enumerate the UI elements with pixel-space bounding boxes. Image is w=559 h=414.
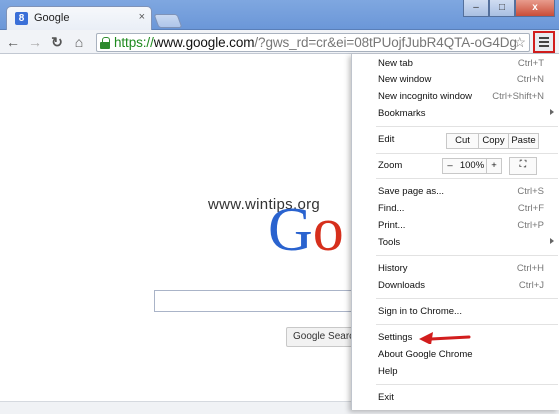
google-favicon-icon: 8 — [15, 12, 28, 25]
menu-item-new-incognito[interactable]: New incognito window Ctrl+Shift+N — [352, 89, 559, 105]
menu-separator — [376, 255, 558, 256]
menu-shortcut: Ctrl+H — [516, 263, 544, 274]
menu-item-history[interactable]: History Ctrl+H — [352, 261, 559, 277]
url-host: www.google.com — [153, 35, 255, 50]
menu-label: Settings — [378, 332, 413, 343]
search-input[interactable] — [154, 290, 364, 312]
menu-item-new-tab[interactable]: New tab Ctrl+T — [352, 56, 559, 72]
submenu-arrow-icon — [550, 109, 554, 115]
menu-shortcut: Ctrl+P — [517, 220, 544, 231]
chrome-menu: New tab Ctrl+T New window Ctrl+N New inc… — [351, 54, 559, 410]
chrome-menu-button[interactable] — [533, 31, 555, 53]
menu-label: Print... — [378, 220, 406, 231]
paste-button[interactable]: Paste — [508, 133, 539, 149]
menu-label: Save page as... — [378, 186, 445, 197]
reload-icon[interactable]: ↻ — [48, 33, 66, 51]
menu-item-sign-in[interactable]: Sign in to Chrome... — [352, 304, 559, 320]
tab-title: Google — [34, 12, 70, 24]
menu-shortcut: Ctrl+N — [516, 74, 544, 85]
zoom-out-button[interactable]: – — [442, 158, 458, 174]
menu-item-print[interactable]: Print... Ctrl+P — [352, 218, 559, 234]
menu-item-find[interactable]: Find... Ctrl+F — [352, 201, 559, 217]
menu-label: New window — [378, 74, 432, 85]
menu-label: Tools — [378, 237, 401, 248]
menu-item-bookmarks[interactable]: Bookmarks — [352, 106, 559, 122]
menu-shortcut: Ctrl+T — [517, 58, 544, 69]
cut-button[interactable]: Cut — [446, 133, 479, 149]
menu-item-help[interactable]: Help — [352, 364, 559, 380]
url-path: /?gws_rd=cr&ei=08tPUojfJubR4QTA-oG4Dg — [254, 35, 517, 50]
fullscreen-icon[interactable]: ⛶ — [509, 157, 537, 175]
menu-label: About Google Chrome — [378, 349, 473, 360]
menu-separator — [376, 324, 558, 325]
menu-label: New tab — [378, 58, 413, 69]
menu-label: Sign in to Chrome... — [378, 306, 462, 317]
menu-label: Find... — [378, 203, 405, 214]
window-controls: – □ x — [463, 0, 555, 18]
menu-separator — [376, 384, 558, 385]
zoom-level: 100% — [457, 158, 487, 174]
close-window-button[interactable]: x — [515, 0, 555, 17]
window-title-bar: 8 Google × – □ x — [0, 0, 559, 31]
menu-item-about[interactable]: About Google Chrome — [352, 347, 559, 363]
menu-label: Downloads — [378, 280, 425, 291]
menu-label: History — [378, 263, 408, 274]
tab-close-icon[interactable]: × — [139, 11, 145, 23]
menu-label: Bookmarks — [378, 108, 426, 119]
menu-label: Help — [378, 366, 398, 377]
menu-separator — [376, 298, 558, 299]
back-arrow-icon[interactable]: ← — [4, 33, 22, 51]
zoom-in-button[interactable]: + — [486, 158, 502, 174]
logo-letter-g: G — [268, 196, 313, 264]
menu-shortcut: Ctrl+S — [517, 186, 544, 197]
menu-label: Zoom — [378, 160, 403, 171]
lock-icon — [100, 37, 110, 49]
menu-label: Exit — [378, 392, 394, 403]
menu-item-save-page[interactable]: Save page as... Ctrl+S — [352, 184, 559, 200]
menu-label: New incognito window — [378, 91, 472, 102]
menu-separator — [376, 178, 558, 179]
home-icon[interactable]: ⌂ — [70, 33, 88, 51]
submenu-arrow-icon — [550, 238, 554, 244]
url-scheme: https:// — [114, 35, 154, 50]
menu-shortcut: Ctrl+F — [517, 203, 544, 214]
menu-separator — [376, 126, 558, 127]
menu-label: Edit — [378, 134, 395, 145]
red-arrow-icon — [419, 332, 471, 344]
bookmark-star-icon[interactable]: ☆ — [513, 34, 526, 51]
url-text: https://www.google.com/?gws_rd=cr&ei=08t… — [114, 35, 517, 50]
address-bar[interactable]: https://www.google.com/?gws_rd=cr&ei=08t… — [96, 33, 530, 52]
minimize-button[interactable]: – — [463, 0, 489, 17]
new-tab-button[interactable] — [153, 14, 183, 28]
copy-button[interactable]: Copy — [478, 133, 509, 149]
hamburger-icon — [539, 37, 549, 39]
menu-item-tools[interactable]: Tools — [352, 235, 559, 251]
logo-letter-o: o — [312, 196, 344, 264]
menu-separator — [376, 153, 558, 154]
menu-shortcut: Ctrl+J — [518, 280, 544, 291]
menu-item-exit[interactable]: Exit — [352, 390, 559, 406]
maximize-button[interactable]: □ — [489, 0, 515, 17]
tab-google[interactable]: 8 Google × — [6, 6, 152, 31]
menu-item-downloads[interactable]: Downloads Ctrl+J — [352, 278, 559, 294]
forward-arrow-icon[interactable]: → — [26, 33, 44, 51]
menu-item-new-window[interactable]: New window Ctrl+N — [352, 72, 559, 88]
menu-shortcut: Ctrl+Shift+N — [492, 91, 544, 102]
browser-toolbar: ← → ↻ ⌂ https://www.google.com/?gws_rd=c… — [0, 30, 559, 54]
google-logo: Go — [268, 199, 344, 261]
